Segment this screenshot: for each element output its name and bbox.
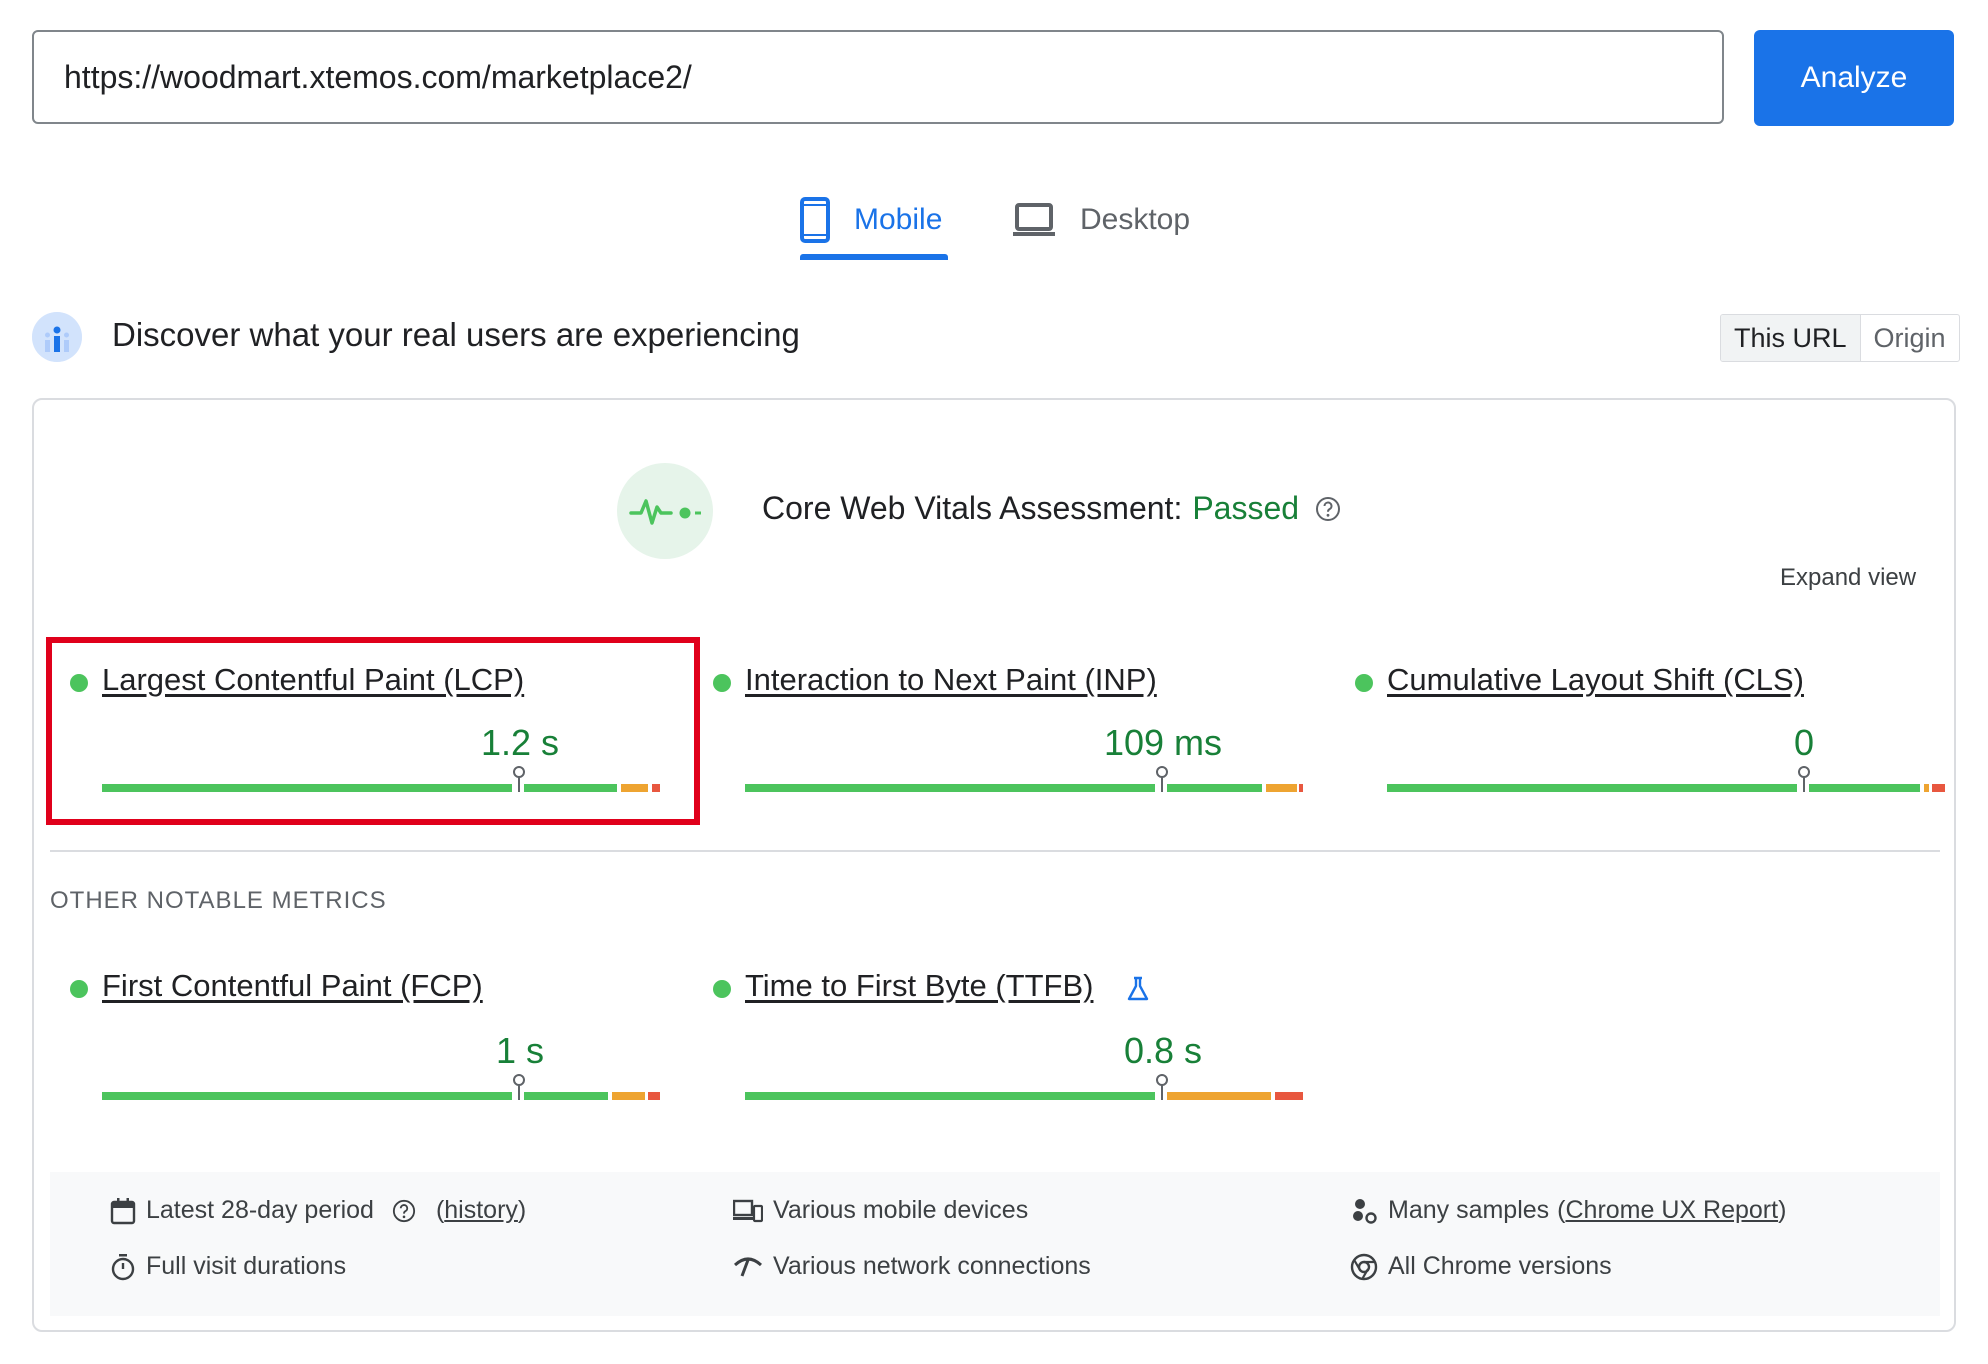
inp-metric-link[interactable]: Interaction to Next Paint (INP) — [745, 662, 1157, 698]
tab-desktop[interactable]: Desktop — [1012, 180, 1190, 260]
lcp-highlight-box — [46, 637, 700, 825]
cwv-assessment-status: Passed — [1192, 490, 1300, 526]
chrome-icon — [1350, 1253, 1378, 1280]
inp-p75-marker — [1156, 766, 1168, 792]
samples-dots-icon — [1353, 1198, 1377, 1224]
footer-samples: Many samples (Chrome UX Report) — [1350, 1196, 1786, 1225]
inp-distribution-bar — [745, 766, 1303, 792]
cls-p75-marker — [1798, 766, 1810, 792]
chrome-text: All Chrome versions — [1388, 1252, 1612, 1280]
field-data-title: Discover what your real users are experi… — [112, 316, 800, 353]
inp-value: 109 ms — [1103, 722, 1223, 763]
other-metrics-heading: OTHER NOTABLE METRICS — [50, 887, 387, 914]
fcp-good-segment — [102, 1092, 512, 1100]
cls-needs-improvement-segment — [1924, 784, 1929, 792]
ttfb-status-dot — [713, 980, 731, 998]
tab-desktop-label: Desktop — [1080, 203, 1191, 236]
experimental-flask-icon[interactable] — [1126, 976, 1150, 1002]
inp-good-segment-2 — [1167, 784, 1262, 792]
ttfb-metric-link[interactable]: Time to First Byte (TTFB) — [745, 968, 1093, 1004]
footer-durations: Full visit durations — [110, 1252, 346, 1281]
section-divider — [50, 850, 1940, 852]
cls-value: 0 — [1793, 722, 1815, 763]
help-icon[interactable] — [1315, 496, 1341, 522]
vitals-pulse-icon — [617, 463, 713, 559]
url-origin-toggle[interactable]: This URL Origin — [1720, 314, 1960, 362]
ttfb-needs-improvement-segment — [1167, 1092, 1271, 1100]
fcp-p75-marker — [513, 1074, 525, 1100]
fcp-status-dot — [70, 980, 88, 998]
durations-text: Full visit durations — [146, 1252, 347, 1280]
fcp-needs-improvement-segment — [612, 1092, 645, 1100]
origin-toggle[interactable]: Origin — [1861, 315, 1959, 361]
cls-good-segment — [1387, 784, 1797, 792]
cls-poor-segment — [1932, 784, 1945, 792]
mobile-phone-icon — [800, 197, 830, 243]
inp-needs-improvement-segment — [1266, 784, 1297, 792]
laptop-icon — [1013, 203, 1055, 236]
cls-status-dot — [1355, 674, 1373, 692]
history-link[interactable]: history — [444, 1196, 518, 1225]
cls-metric-link[interactable]: Cumulative Layout Shift (CLS) — [1387, 662, 1804, 698]
calendar-icon — [110, 1197, 136, 1224]
fcp-good-segment-2 — [524, 1092, 608, 1100]
cwv-assessment-label: Core Web Vitals Assessment: — [762, 490, 1183, 526]
active-tab-indicator — [800, 254, 948, 260]
cwv-assessment: Core Web Vitals Assessment: Passed — [762, 490, 1341, 527]
this-url-toggle[interactable]: This URL — [1721, 315, 1861, 361]
url-input[interactable]: https://woodmart.xtemos.com/marketplace2… — [32, 30, 1724, 124]
fcp-metric-link[interactable]: First Contentful Paint (FCP) — [102, 968, 483, 1004]
help-icon[interactable] — [392, 1199, 416, 1223]
ttfb-value: 0.8 s — [1123, 1030, 1203, 1071]
footer-network: Various network connections — [733, 1252, 1091, 1281]
ttfb-distribution-bar — [745, 1074, 1303, 1100]
crux-report-link[interactable]: Chrome UX Report — [1566, 1196, 1779, 1225]
tab-mobile-label: Mobile — [854, 203, 943, 236]
footer-devices: Various mobile devices — [733, 1196, 1028, 1225]
cls-distribution-bar — [1387, 766, 1945, 792]
ttfb-poor-segment — [1275, 1092, 1303, 1100]
network-text: Various network connections — [773, 1252, 1091, 1280]
footer-chrome: All Chrome versions — [1350, 1252, 1612, 1281]
stopwatch-icon — [111, 1253, 135, 1280]
signal-icon — [733, 1257, 763, 1277]
cls-good-segment-2 — [1809, 784, 1920, 792]
fcp-distribution-bar — [102, 1074, 660, 1100]
inp-status-dot — [713, 674, 731, 692]
analyze-button[interactable]: Analyze — [1754, 30, 1954, 126]
inp-good-segment — [745, 784, 1155, 792]
data-source-footer: Latest 28-day period (history) Full visi… — [50, 1172, 1940, 1316]
samples-text: Many samples — [1388, 1196, 1550, 1224]
inp-poor-segment — [1299, 784, 1303, 792]
ttfb-p75-marker — [1156, 1074, 1168, 1100]
footer-period: Latest 28-day period (history) — [110, 1196, 526, 1225]
tab-mobile[interactable]: Mobile — [800, 180, 942, 260]
expand-view-link[interactable]: Expand view — [1780, 564, 1916, 592]
ttfb-good-segment — [745, 1092, 1155, 1100]
url-input-value: https://woodmart.xtemos.com/marketplace2… — [64, 58, 692, 95]
fcp-value: 1 s — [495, 1030, 545, 1071]
devices-text: Various mobile devices — [773, 1196, 1029, 1224]
fcp-poor-segment — [648, 1092, 660, 1100]
period-text: Latest 28-day period — [146, 1196, 374, 1224]
users-chart-icon — [32, 312, 82, 362]
devices-icon — [733, 1199, 763, 1222]
